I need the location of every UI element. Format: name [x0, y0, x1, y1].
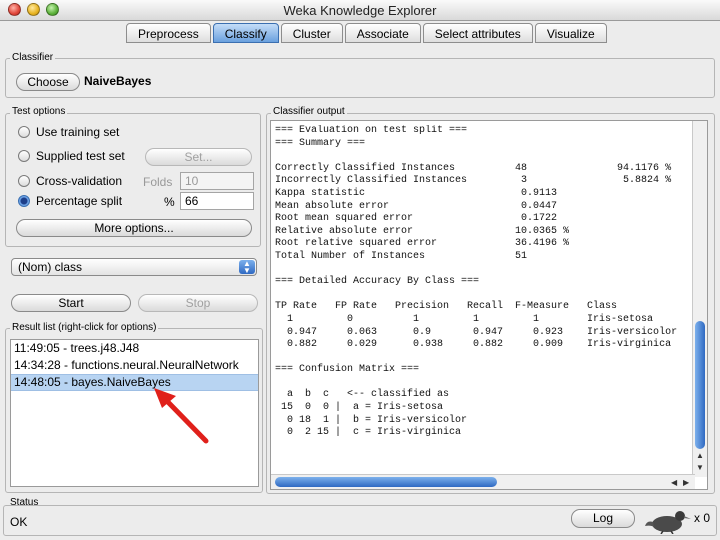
- tab-classify[interactable]: Classify: [212, 23, 279, 43]
- tab-associate[interactable]: Associate: [344, 23, 421, 43]
- vertical-scroll-thumb[interactable]: [695, 321, 705, 449]
- horizontal-scroll-thumb[interactable]: [275, 477, 497, 487]
- use-training-set-option[interactable]: Use training set: [18, 124, 119, 140]
- classifier-label: Classifier: [10, 52, 56, 63]
- tab-visualize[interactable]: Visualize: [534, 23, 607, 43]
- supplied-test-set-option[interactable]: Supplied test set: [18, 148, 125, 164]
- choose-button[interactable]: Choose: [16, 73, 80, 91]
- window-title: Weka Knowledge Explorer: [283, 3, 437, 18]
- percent-label: %: [164, 195, 175, 209]
- set-button[interactable]: Set...: [145, 148, 252, 166]
- tab-select-attributes[interactable]: Select attributes: [422, 23, 533, 43]
- folds-field[interactable]: 10: [180, 172, 254, 190]
- class-select-value: (Nom) class: [18, 260, 83, 274]
- result-item[interactable]: 14:34:28 - functions.neural.NeuralNetwor…: [11, 357, 258, 374]
- cross-validation-label: Cross-validation: [36, 174, 123, 188]
- more-options-button[interactable]: More options...: [16, 219, 252, 237]
- log-button[interactable]: Log: [571, 509, 635, 528]
- scroll-right-icon[interactable]: ▶: [683, 478, 689, 487]
- supplied-test-set-radio[interactable]: [18, 150, 30, 162]
- stop-button[interactable]: Stop: [138, 294, 258, 312]
- start-button[interactable]: Start: [11, 294, 131, 312]
- weka-bird-icon: [645, 511, 691, 534]
- tab-preprocess[interactable]: Preprocess: [126, 23, 211, 43]
- red-arrow-icon: [154, 388, 209, 444]
- classifier-name[interactable]: NaiveBayes: [80, 73, 707, 91]
- classifier-output-text: === Evaluation on test split === === Sum…: [275, 125, 678, 439]
- use-training-set-label: Use training set: [36, 125, 120, 139]
- task-count: x 0: [694, 511, 711, 525]
- percent-field[interactable]: 66: [180, 192, 254, 210]
- class-select[interactable]: (Nom) class ▲ ▼: [11, 258, 257, 276]
- result-item[interactable]: 11:49:05 - trees.j48.J48: [11, 340, 258, 357]
- select-arrows-icon: ▲ ▼: [239, 260, 255, 275]
- output-horizontal-scrollbar[interactable]: ◀ ▶: [271, 474, 695, 489]
- cross-validation-radio[interactable]: [18, 175, 30, 187]
- tab-bar: Preprocess Classify Cluster Associate Se…: [126, 23, 609, 44]
- scroll-up-icon[interactable]: ▲: [696, 451, 704, 460]
- use-training-set-radio[interactable]: [18, 126, 30, 138]
- percentage-split-radio[interactable]: [18, 195, 30, 207]
- result-list[interactable]: 11:49:05 - trees.j48.J48 14:34:28 - func…: [10, 339, 259, 487]
- result-item-selected[interactable]: 14:48:05 - bayes.NaiveBayes: [11, 374, 258, 391]
- scroll-down-icon[interactable]: ▼: [696, 463, 704, 472]
- supplied-test-set-label: Supplied test set: [36, 149, 125, 163]
- percentage-split-option[interactable]: Percentage split: [18, 193, 122, 209]
- cross-validation-option[interactable]: Cross-validation: [18, 173, 122, 189]
- status-text: OK: [10, 515, 28, 529]
- test-options-label: Test options: [10, 106, 68, 117]
- percentage-split-label: Percentage split: [36, 194, 123, 208]
- result-list-label: Result list (right-click for options): [10, 322, 159, 333]
- classifier-output[interactable]: === Evaluation on test split === === Sum…: [270, 120, 708, 490]
- title-bar: Weka Knowledge Explorer: [0, 0, 720, 21]
- output-vertical-scrollbar[interactable]: ▲ ▼: [692, 121, 707, 477]
- classifier-output-label: Classifier output: [271, 106, 347, 117]
- tab-cluster[interactable]: Cluster: [280, 23, 343, 43]
- scroll-left-icon[interactable]: ◀: [671, 478, 677, 487]
- folds-label: Folds: [143, 175, 173, 189]
